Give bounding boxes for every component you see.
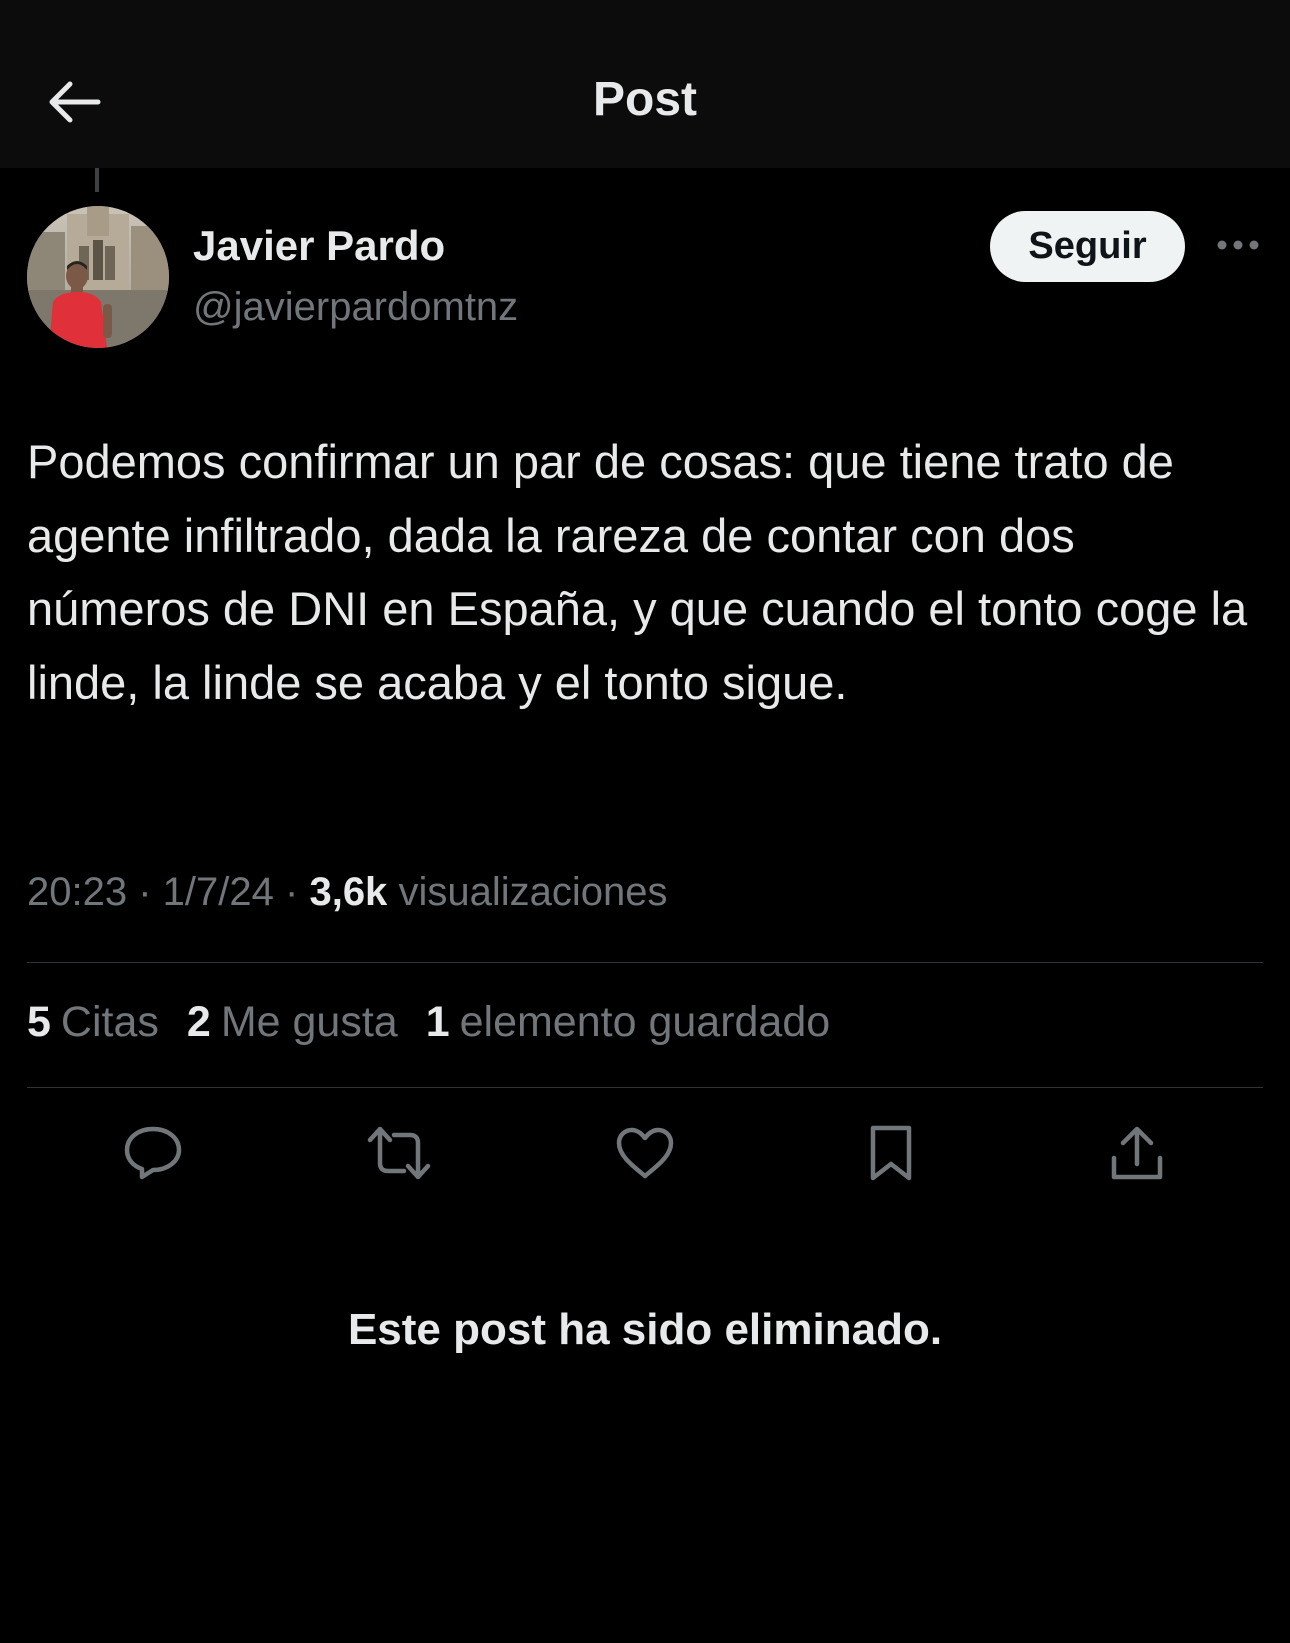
quotes-count: 5 <box>27 998 51 1046</box>
action-bar <box>0 1120 1290 1190</box>
share-button[interactable] <box>1102 1120 1172 1190</box>
views-count: 3,6k <box>309 870 388 914</box>
post-metadata: 20:23 · 1/7/24 · 3,6k visualizaciones <box>27 870 667 915</box>
meta-separator: · <box>138 870 163 914</box>
like-icon <box>615 1126 675 1185</box>
reply-button[interactable] <box>118 1120 188 1190</box>
divider <box>27 1087 1263 1088</box>
follow-button[interactable]: Seguir <box>990 211 1185 282</box>
author-display-name[interactable]: Javier Pardo <box>193 222 445 270</box>
repost-button[interactable] <box>364 1120 434 1190</box>
likes-stat[interactable]: 2 Me gusta <box>187 998 398 1047</box>
likes-label: Me gusta <box>220 998 398 1046</box>
divider <box>27 962 1263 963</box>
engagement-stats: 5 Citas 2 Me gusta 1 elemento guardado <box>27 998 830 1047</box>
repost-icon <box>366 1125 432 1186</box>
post-text: Podemos confirmar un par de cosas: que t… <box>27 435 1248 709</box>
share-icon <box>1109 1124 1165 1187</box>
meta-separator: · <box>285 870 310 914</box>
bookmarks-count: 1 <box>425 998 450 1046</box>
thread-connector-line <box>95 168 99 192</box>
avatar[interactable] <box>27 206 169 348</box>
bookmarks-stat[interactable]: 1 elemento guardado <box>426 998 830 1047</box>
quotes-label: Citas <box>60 998 159 1046</box>
views-label: visualizaciones <box>398 870 668 914</box>
quotes-stat[interactable]: 5 Citas <box>27 998 159 1047</box>
more-options-button[interactable] <box>1210 226 1266 268</box>
more-horizontal-icon <box>1216 238 1260 256</box>
post-date[interactable]: 1/7/24 <box>163 870 274 914</box>
reply-icon <box>123 1125 183 1186</box>
author-handle[interactable]: @javierpardomtnz <box>193 285 518 330</box>
top-bar: Post <box>0 0 1290 168</box>
bookmark-icon <box>868 1124 914 1187</box>
bookmark-button[interactable] <box>856 1120 926 1190</box>
bookmarks-label: elemento guardado <box>459 998 831 1046</box>
like-button[interactable] <box>610 1120 680 1190</box>
likes-count: 2 <box>186 998 211 1046</box>
post-time[interactable]: 20:23 <box>27 870 127 914</box>
deleted-post-notice: Este post ha sido eliminado. <box>347 1305 943 1354</box>
page-title: Post <box>592 73 697 126</box>
